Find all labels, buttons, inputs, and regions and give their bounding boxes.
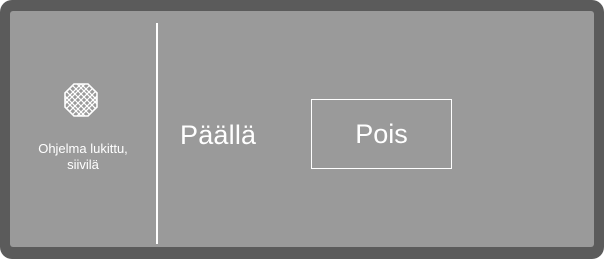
panel-divider [156, 23, 158, 244]
status-panel: Ohjelma lukittu, siivilä [10, 11, 156, 247]
status-label: Ohjelma lukittu, siivilä [10, 141, 156, 173]
option-on-button[interactable]: Päällä [180, 119, 256, 151]
status-label-line2: siivilä [67, 157, 99, 172]
lock-strainer-icon [64, 83, 98, 117]
option-off-button[interactable]: Pois [311, 99, 452, 169]
status-label-line1: Ohjelma lukittu, [38, 141, 128, 156]
display-screen: Ohjelma lukittu, siivilä Päällä Pois [10, 11, 594, 247]
display-bezel: Ohjelma lukittu, siivilä Päällä Pois [0, 0, 604, 259]
option-off-label: Pois [355, 118, 408, 149]
